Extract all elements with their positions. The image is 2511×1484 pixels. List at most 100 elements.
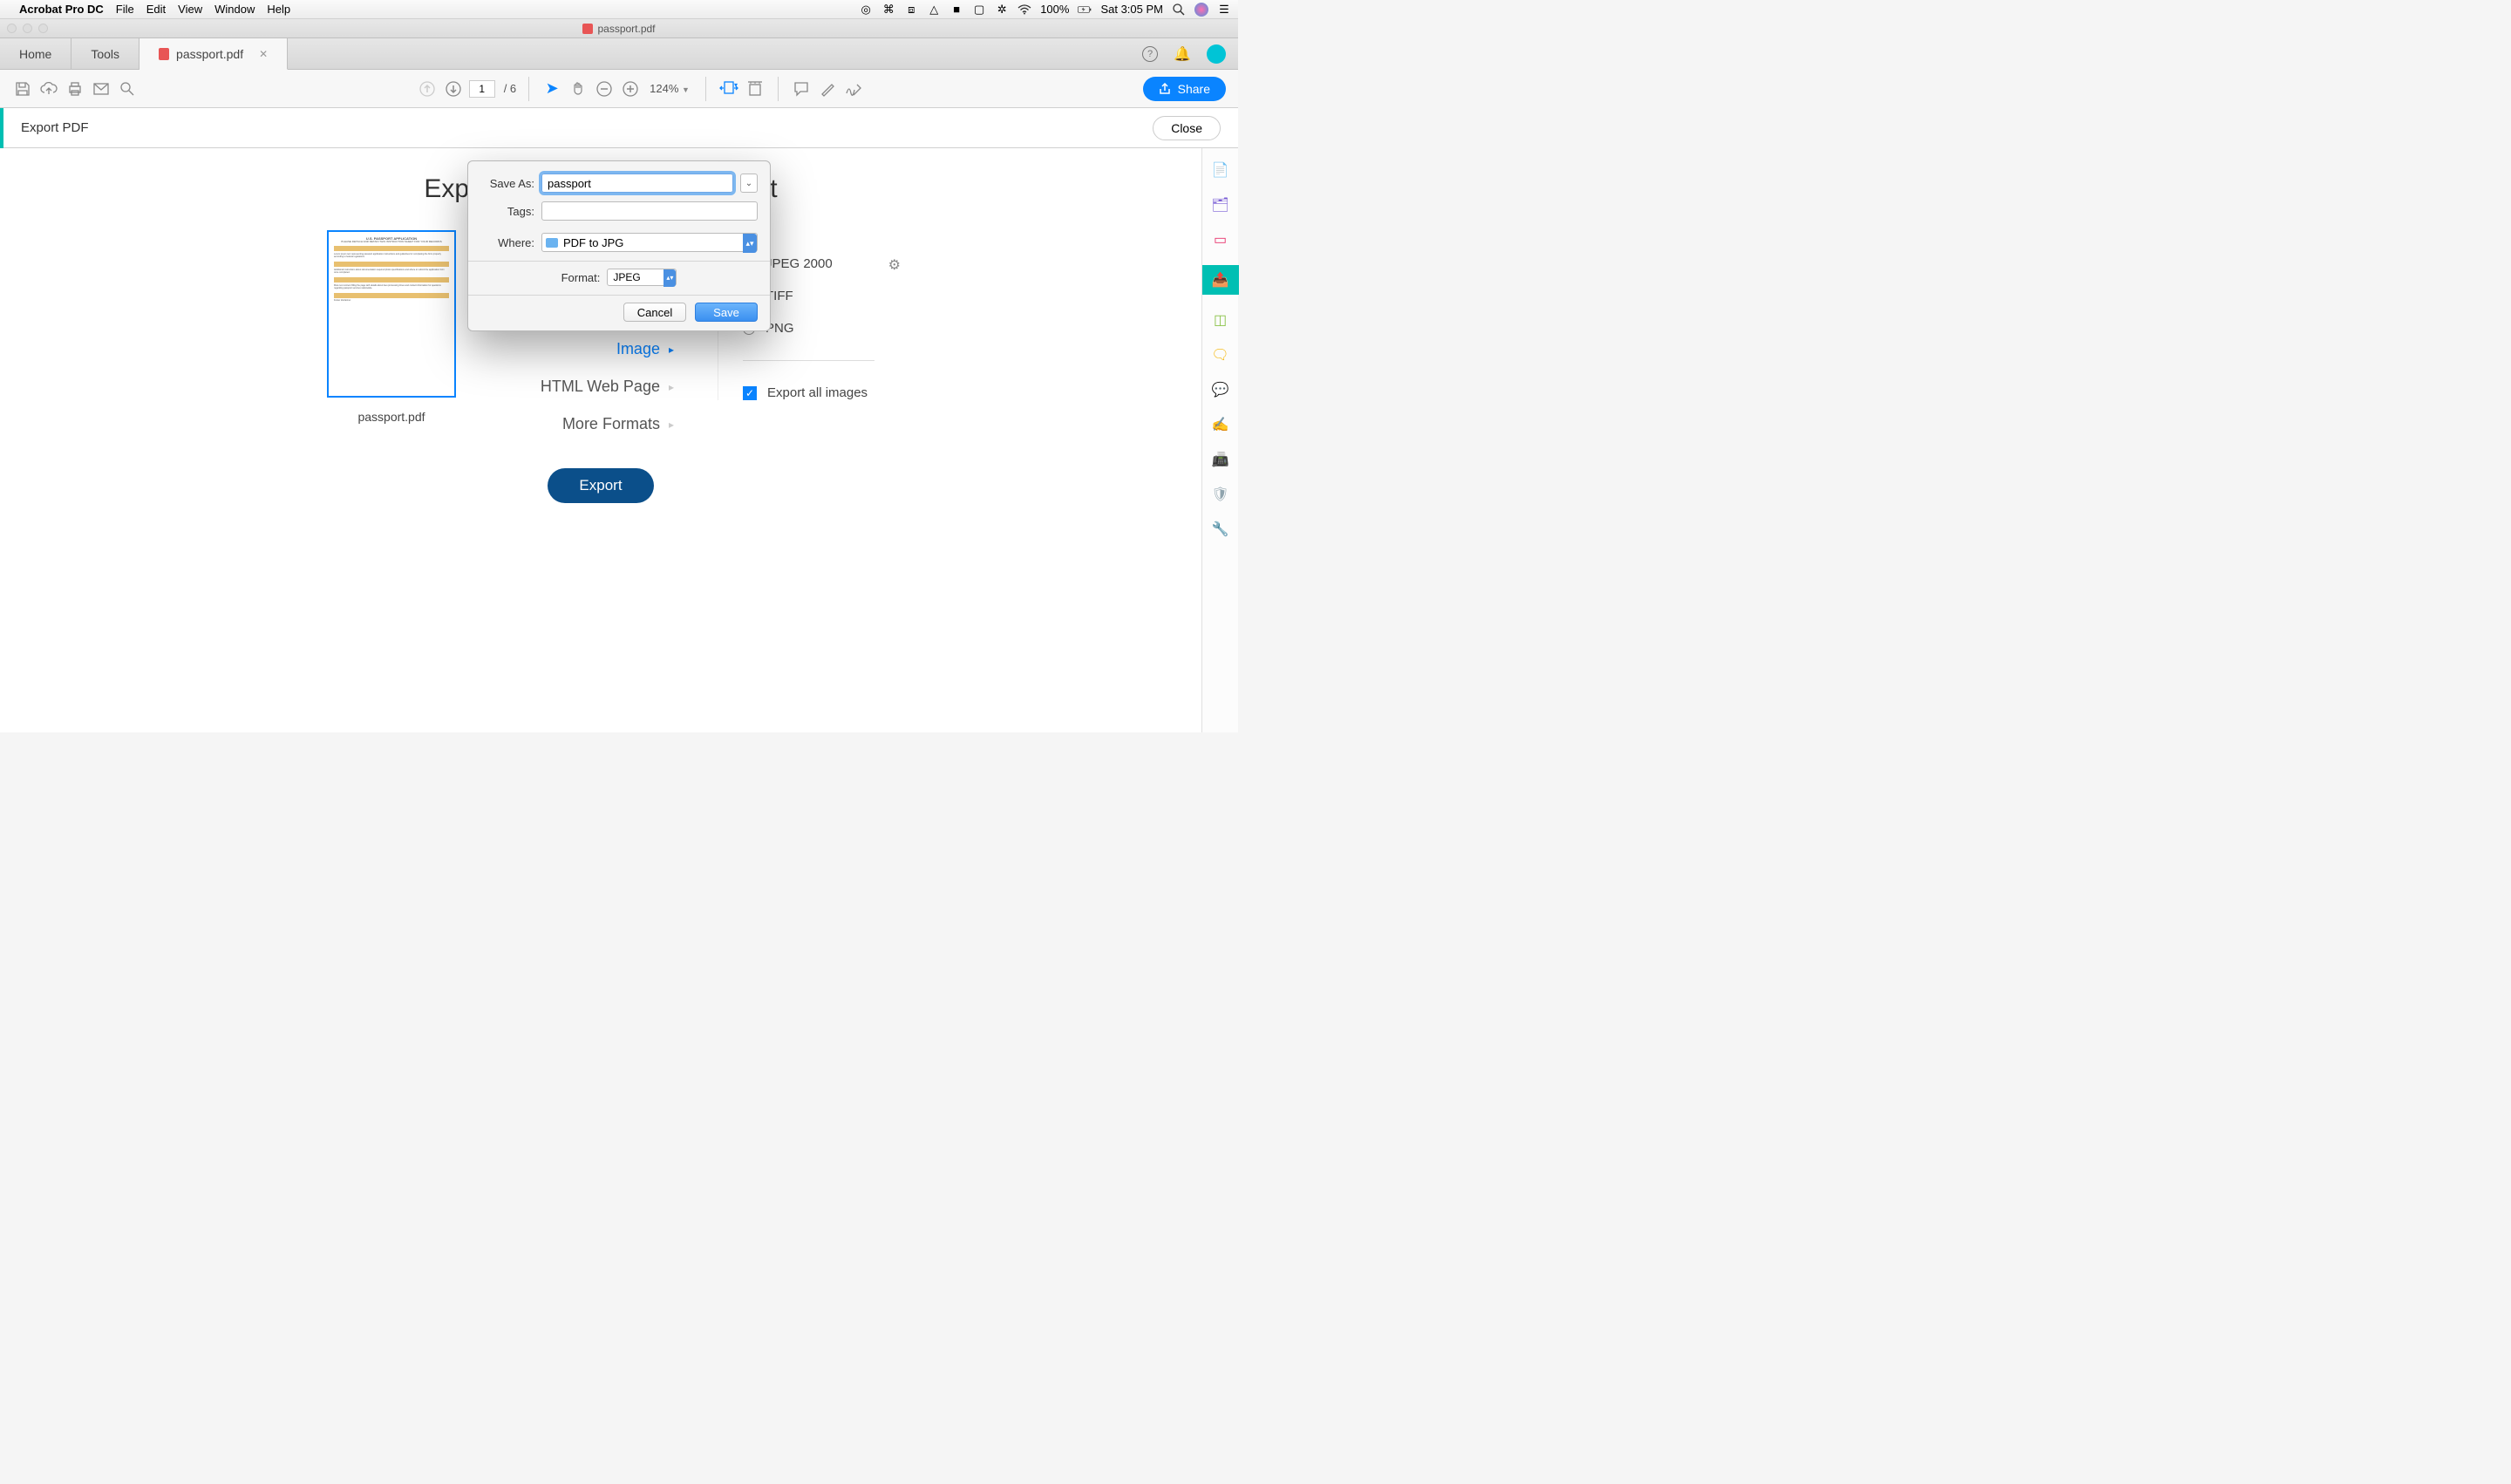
highlight-icon[interactable] — [817, 78, 838, 99]
format-image[interactable]: Image▸ — [616, 340, 674, 358]
account-avatar[interactable] — [1207, 44, 1226, 64]
fit-page-icon[interactable] — [745, 78, 766, 99]
hand-tool-icon[interactable] — [568, 78, 589, 99]
where-label: Where: — [480, 236, 534, 249]
export-all-images-checkbox[interactable]: ✓Export all images — [743, 385, 874, 400]
close-panel-button[interactable]: Close — [1153, 116, 1221, 140]
share-label: Share — [1178, 82, 1210, 96]
status-icon-1[interactable]: ◎ — [859, 3, 873, 17]
save-icon[interactable] — [12, 78, 33, 99]
document-thumbnail[interactable]: U.S. PASSPORT APPLICATION PLEASE DETACH … — [327, 230, 456, 398]
menu-help[interactable]: Help — [267, 3, 290, 16]
settings-gear-icon[interactable]: ⚙ — [888, 256, 901, 274]
zoom-value: 124% — [650, 82, 678, 95]
tab-tools-label: Tools — [91, 47, 119, 61]
page-up-icon[interactable] — [417, 78, 438, 99]
wifi-icon[interactable] — [1017, 3, 1031, 17]
chevron-right-icon: ▸ — [669, 419, 674, 431]
format-label: HTML Web Page — [541, 378, 660, 396]
cloud-upload-icon[interactable] — [38, 78, 59, 99]
page-down-icon[interactable] — [443, 78, 464, 99]
format-select[interactable]: JPEG ▴▾ — [607, 269, 677, 286]
edit-pdf-icon[interactable]: ▭ — [1211, 230, 1230, 249]
format-label: Format: — [561, 271, 601, 284]
export-pdf-header: Export PDF Close — [0, 108, 1238, 148]
zoom-in-icon[interactable] — [620, 78, 641, 99]
sign-icon[interactable] — [843, 78, 864, 99]
app-tab-strip: Home Tools passport.pdf ✕ ? 🔔 — [0, 38, 1238, 70]
comment-tool-icon[interactable]: 💬 — [1211, 380, 1230, 399]
dialog-divider — [468, 295, 770, 296]
dialog-divider — [468, 261, 770, 262]
airplay-icon[interactable]: ▢ — [972, 3, 986, 17]
tab-document[interactable]: passport.pdf ✕ — [140, 38, 288, 70]
where-value: PDF to JPG — [563, 236, 623, 249]
save-as-input[interactable] — [541, 174, 733, 193]
fill-sign-icon[interactable]: ✍ — [1211, 415, 1230, 434]
scan-ocr-icon[interactable]: 📠 — [1211, 450, 1230, 469]
menu-file[interactable]: File — [116, 3, 134, 16]
spotlight-icon[interactable] — [1172, 3, 1186, 17]
fit-width-icon[interactable]: ▾ — [718, 78, 739, 99]
format-html[interactable]: HTML Web Page ▸ — [541, 378, 674, 396]
print-icon[interactable] — [65, 78, 85, 99]
comment-icon[interactable] — [791, 78, 812, 99]
page-number-input[interactable] — [469, 80, 495, 98]
format-more[interactable]: More Formats ▸ — [562, 415, 674, 433]
dropbox-icon[interactable]: ⧈ — [904, 3, 918, 17]
battery-icon[interactable] — [1078, 3, 1092, 17]
find-icon[interactable] — [117, 78, 138, 99]
minimize-window-button[interactable] — [23, 24, 32, 33]
more-tools-icon[interactable]: 🔧 — [1211, 520, 1230, 539]
cancel-button[interactable]: Cancel — [623, 303, 686, 322]
format-label: Image — [616, 340, 660, 358]
gdrive-icon[interactable]: △ — [927, 3, 941, 17]
menu-window[interactable]: Window — [214, 3, 255, 16]
help-icon[interactable]: ? — [1142, 46, 1158, 62]
menu-view[interactable]: View — [178, 3, 202, 16]
creative-cloud-icon[interactable]: ⌘ — [881, 3, 895, 17]
where-folder-select[interactable]: PDF to JPG ▴▾ — [541, 233, 758, 252]
chevron-right-icon: ▸ — [669, 381, 674, 393]
zoom-level-select[interactable]: 124% ▼ — [646, 82, 693, 95]
zoom-window-button[interactable] — [38, 24, 48, 33]
create-pdf-icon[interactable]: 📄 — [1211, 160, 1230, 180]
share-icon — [1159, 83, 1171, 95]
menubar-clock[interactable]: Sat 3:05 PM — [1100, 3, 1163, 16]
window-title: passport.pdf — [597, 23, 655, 35]
combine-files-icon[interactable]: 🗂 — [1211, 195, 1230, 214]
tags-input[interactable] — [541, 201, 758, 221]
zoom-out-icon[interactable] — [594, 78, 615, 99]
main-toolbar: / 6 ➤ 124% ▼ ▾ Share — [0, 70, 1238, 108]
siri-icon[interactable] — [1194, 3, 1208, 17]
traffic-lights[interactable] — [7, 24, 48, 33]
send-comments-icon[interactable]: 🗨 — [1211, 345, 1230, 364]
tags-label: Tags: — [480, 205, 534, 218]
close-window-button[interactable] — [7, 24, 17, 33]
format-value: JPEG — [613, 271, 640, 283]
tab-home[interactable]: Home — [0, 38, 71, 69]
email-icon[interactable] — [91, 78, 112, 99]
window-titlebar: passport.pdf — [0, 19, 1238, 38]
menu-edit[interactable]: Edit — [146, 3, 166, 16]
close-tab-icon[interactable]: ✕ — [259, 48, 268, 60]
notifications-icon[interactable]: 🔔 — [1174, 45, 1191, 63]
format-label: More Formats — [562, 415, 660, 433]
status-icon-3[interactable]: ✲ — [995, 3, 1009, 17]
menubar-app-name[interactable]: Acrobat Pro DC — [19, 3, 104, 16]
tab-tools[interactable]: Tools — [71, 38, 140, 69]
pdf-file-icon — [582, 24, 593, 34]
notification-center-icon[interactable]: ☰ — [1217, 3, 1231, 17]
status-icon-2[interactable]: ■ — [949, 3, 963, 17]
organize-pages-icon[interactable]: ◫ — [1211, 310, 1230, 330]
export-button[interactable]: Export — [548, 468, 653, 503]
battery-percent[interactable]: 100% — [1040, 3, 1069, 16]
macos-menubar: Acrobat Pro DC File Edit View Window Hel… — [0, 0, 1238, 19]
right-tool-rail: 📄 🗂 ▭ 📤 ◫ 🗨 💬 ✍ 📠 🛡 🔧 — [1201, 148, 1238, 732]
selection-tool-icon[interactable]: ➤ — [541, 78, 562, 99]
export-pdf-icon[interactable]: 📤 — [1202, 265, 1239, 295]
expand-dialog-button[interactable]: ⌄ — [740, 174, 758, 193]
share-button[interactable]: Share — [1143, 77, 1226, 101]
protect-icon[interactable]: 🛡 — [1211, 485, 1230, 504]
save-button[interactable]: Save — [695, 303, 758, 322]
